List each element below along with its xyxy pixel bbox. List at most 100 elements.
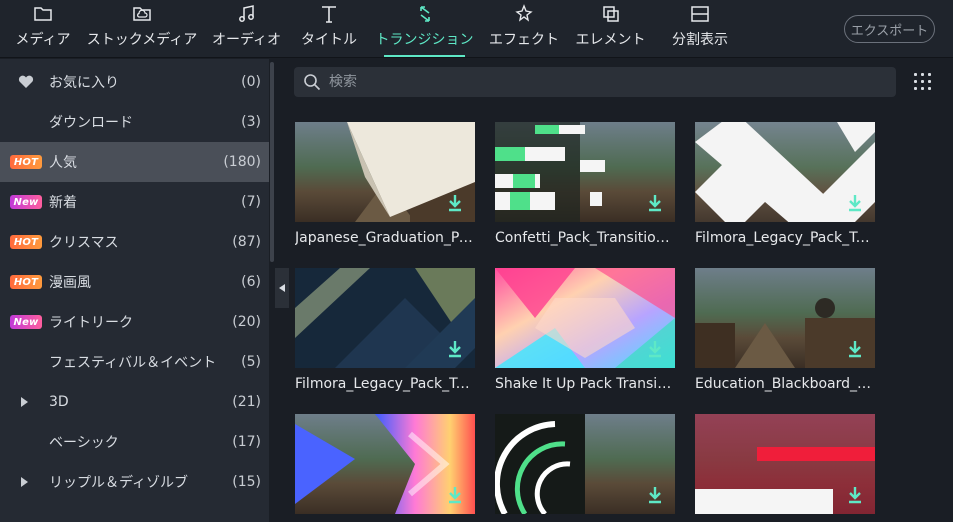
tab-audio[interactable]: オーディオ (212, 0, 281, 58)
transition-card[interactable]: Filmora_Legacy_Pack_Transition (695, 122, 875, 246)
download-icon[interactable] (447, 486, 463, 504)
sidebar-item-downloads[interactable]: ダウンロード (3) (0, 102, 269, 142)
tab-label: オーディオ (211, 32, 282, 48)
download-icon[interactable] (447, 194, 463, 212)
sidebar-item-count: (7) (241, 194, 261, 210)
sidebar-item-label: 漫画風 (49, 275, 91, 291)
sidebar-item-new[interactable]: New 新着 (7) (0, 182, 269, 222)
sidebar-item-count: (21) (232, 394, 261, 410)
transition-name: Shake It Up Pack Transition (495, 376, 675, 392)
sidebar-item-count: (17) (232, 434, 261, 450)
sidebar-item-count: (0) (241, 74, 261, 90)
transition-card[interactable]: Japanese_Graduation_Pack_Transition (295, 122, 475, 246)
sidebar-item-festival-events[interactable]: フェスティバル＆イベント (5) (0, 342, 269, 382)
collapse-sidebar-button[interactable] (275, 268, 289, 308)
sidebar-item-comic[interactable]: HOT 漫画風 (6) (0, 262, 269, 302)
sidebar-item-count: (5) (241, 354, 261, 370)
tab-elements[interactable]: エレメント (576, 0, 646, 58)
download-icon[interactable] (647, 486, 663, 504)
tab-label: エフェクト (489, 32, 559, 48)
category-sidebar: お気に入り (0) ダウンロード (3) HOT 人気 (180) New 新着… (0, 59, 269, 522)
sidebar-item-count: (180) (223, 154, 261, 170)
sidebar-item-label: 人気 (49, 155, 77, 171)
tab-effects[interactable]: エフェクト (489, 0, 559, 58)
sidebar-item-count: (6) (241, 274, 261, 290)
transition-card[interactable]: Confetti_Pack_Transition_2 (495, 122, 675, 246)
hot-badge: HOT (10, 275, 42, 289)
sidebar-item-favorites[interactable]: お気に入り (0) (0, 62, 269, 102)
caret-right-icon[interactable] (20, 397, 28, 407)
tab-label: エレメント (575, 32, 646, 48)
transition-name: Japanese_Graduation_Pack_Transition (295, 230, 475, 246)
top-toolbar: メディア ストックメディア オーディオ タイトル トランジション エフェクト エ… (0, 0, 953, 58)
caret-right-icon[interactable] (20, 477, 28, 487)
tab-transitions[interactable]: トランジション (376, 0, 474, 58)
download-icon[interactable] (447, 340, 463, 358)
sidebar-item-label: リップル＆ディゾルブ (49, 475, 189, 491)
tab-stock-media[interactable]: ストックメディア (87, 0, 197, 58)
sidebar-item-basic[interactable]: ベーシック (17) (0, 422, 269, 462)
search-icon (304, 74, 321, 91)
export-button[interactable]: エクスポート (844, 15, 935, 43)
search-input[interactable] (329, 74, 869, 90)
sidebar-item-count: (20) (232, 314, 261, 330)
sidebar-item-3d[interactable]: 3D (21) (0, 382, 269, 422)
transition-thumbnail (295, 414, 475, 514)
sidebar-item-label: ベーシック (49, 435, 119, 451)
transition-thumbnail (295, 268, 475, 368)
folder-icon (32, 3, 54, 25)
collapse-left-icon (279, 284, 285, 292)
sidebar-item-count: (3) (241, 114, 261, 130)
transition-thumbnail (695, 122, 875, 222)
sparkle-star-icon (513, 3, 535, 25)
download-icon[interactable] (647, 194, 663, 212)
text-t-icon (318, 3, 340, 25)
transition-card[interactable] (695, 414, 875, 514)
new-badge: New (10, 195, 42, 209)
grid-view-icon[interactable] (914, 73, 932, 91)
transition-card[interactable]: Education_Blackboard_Pack (695, 268, 875, 392)
tab-label: トランジション (375, 32, 474, 48)
download-icon[interactable] (847, 340, 863, 358)
sidebar-item-popular[interactable]: HOT 人気 (180) (0, 142, 269, 182)
cloud-folder-icon (131, 3, 153, 25)
transition-thumbnail (695, 268, 875, 368)
transition-card[interactable]: Shake It Up Pack Transition (495, 268, 675, 392)
heart-icon (10, 75, 42, 89)
transition-card[interactable]: Filmora_Legacy_Pack_Transition (295, 268, 475, 392)
transition-name: Confetti_Pack_Transition_2 (495, 230, 675, 246)
music-note-icon (236, 3, 258, 25)
sidebar-item-ripple-dissolve[interactable]: リップル＆ディゾルブ (15) (0, 462, 269, 502)
transition-arrows-icon (414, 3, 436, 25)
transition-thumbnail (495, 122, 675, 222)
tab-titles[interactable]: タイトル (301, 0, 357, 58)
hot-badge: HOT (10, 235, 42, 249)
tab-media[interactable]: メディア (15, 0, 71, 58)
download-icon[interactable] (847, 486, 863, 504)
sidebar-item-count: (15) (232, 474, 261, 490)
tab-label: 分割表示 (672, 32, 728, 48)
transition-thumbnail (495, 268, 675, 368)
download-icon[interactable] (847, 194, 863, 212)
transition-thumbnail (495, 414, 675, 514)
split-screen-icon (689, 3, 711, 25)
sidebar-item-label: お気に入り (49, 75, 119, 91)
transition-thumbnail (295, 122, 475, 222)
tab-split-screen[interactable]: 分割表示 (670, 0, 730, 58)
sidebar-scrollbar-thumb[interactable] (270, 62, 274, 262)
transition-card[interactable] (295, 414, 475, 514)
transition-name: Filmora_Legacy_Pack_Transition (695, 230, 875, 246)
sidebar-item-label: ライトリーク (49, 315, 133, 331)
tab-label: メディア (15, 32, 71, 48)
sidebar-item-light-leak[interactable]: New ライトリーク (20) (0, 302, 269, 342)
layers-icon (600, 3, 622, 25)
sidebar-item-label: フェスティバル＆イベント (49, 355, 217, 371)
tab-label: ストックメディア (86, 32, 198, 48)
download-icon[interactable] (647, 340, 663, 358)
active-tab-indicator (384, 55, 465, 57)
transition-name: Filmora_Legacy_Pack_Transition (295, 376, 475, 392)
sidebar-item-count: (87) (232, 234, 261, 250)
sidebar-item-label: クリスマス (49, 235, 119, 251)
sidebar-item-christmas[interactable]: HOT クリスマス (87) (0, 222, 269, 262)
transition-card[interactable] (495, 414, 675, 514)
